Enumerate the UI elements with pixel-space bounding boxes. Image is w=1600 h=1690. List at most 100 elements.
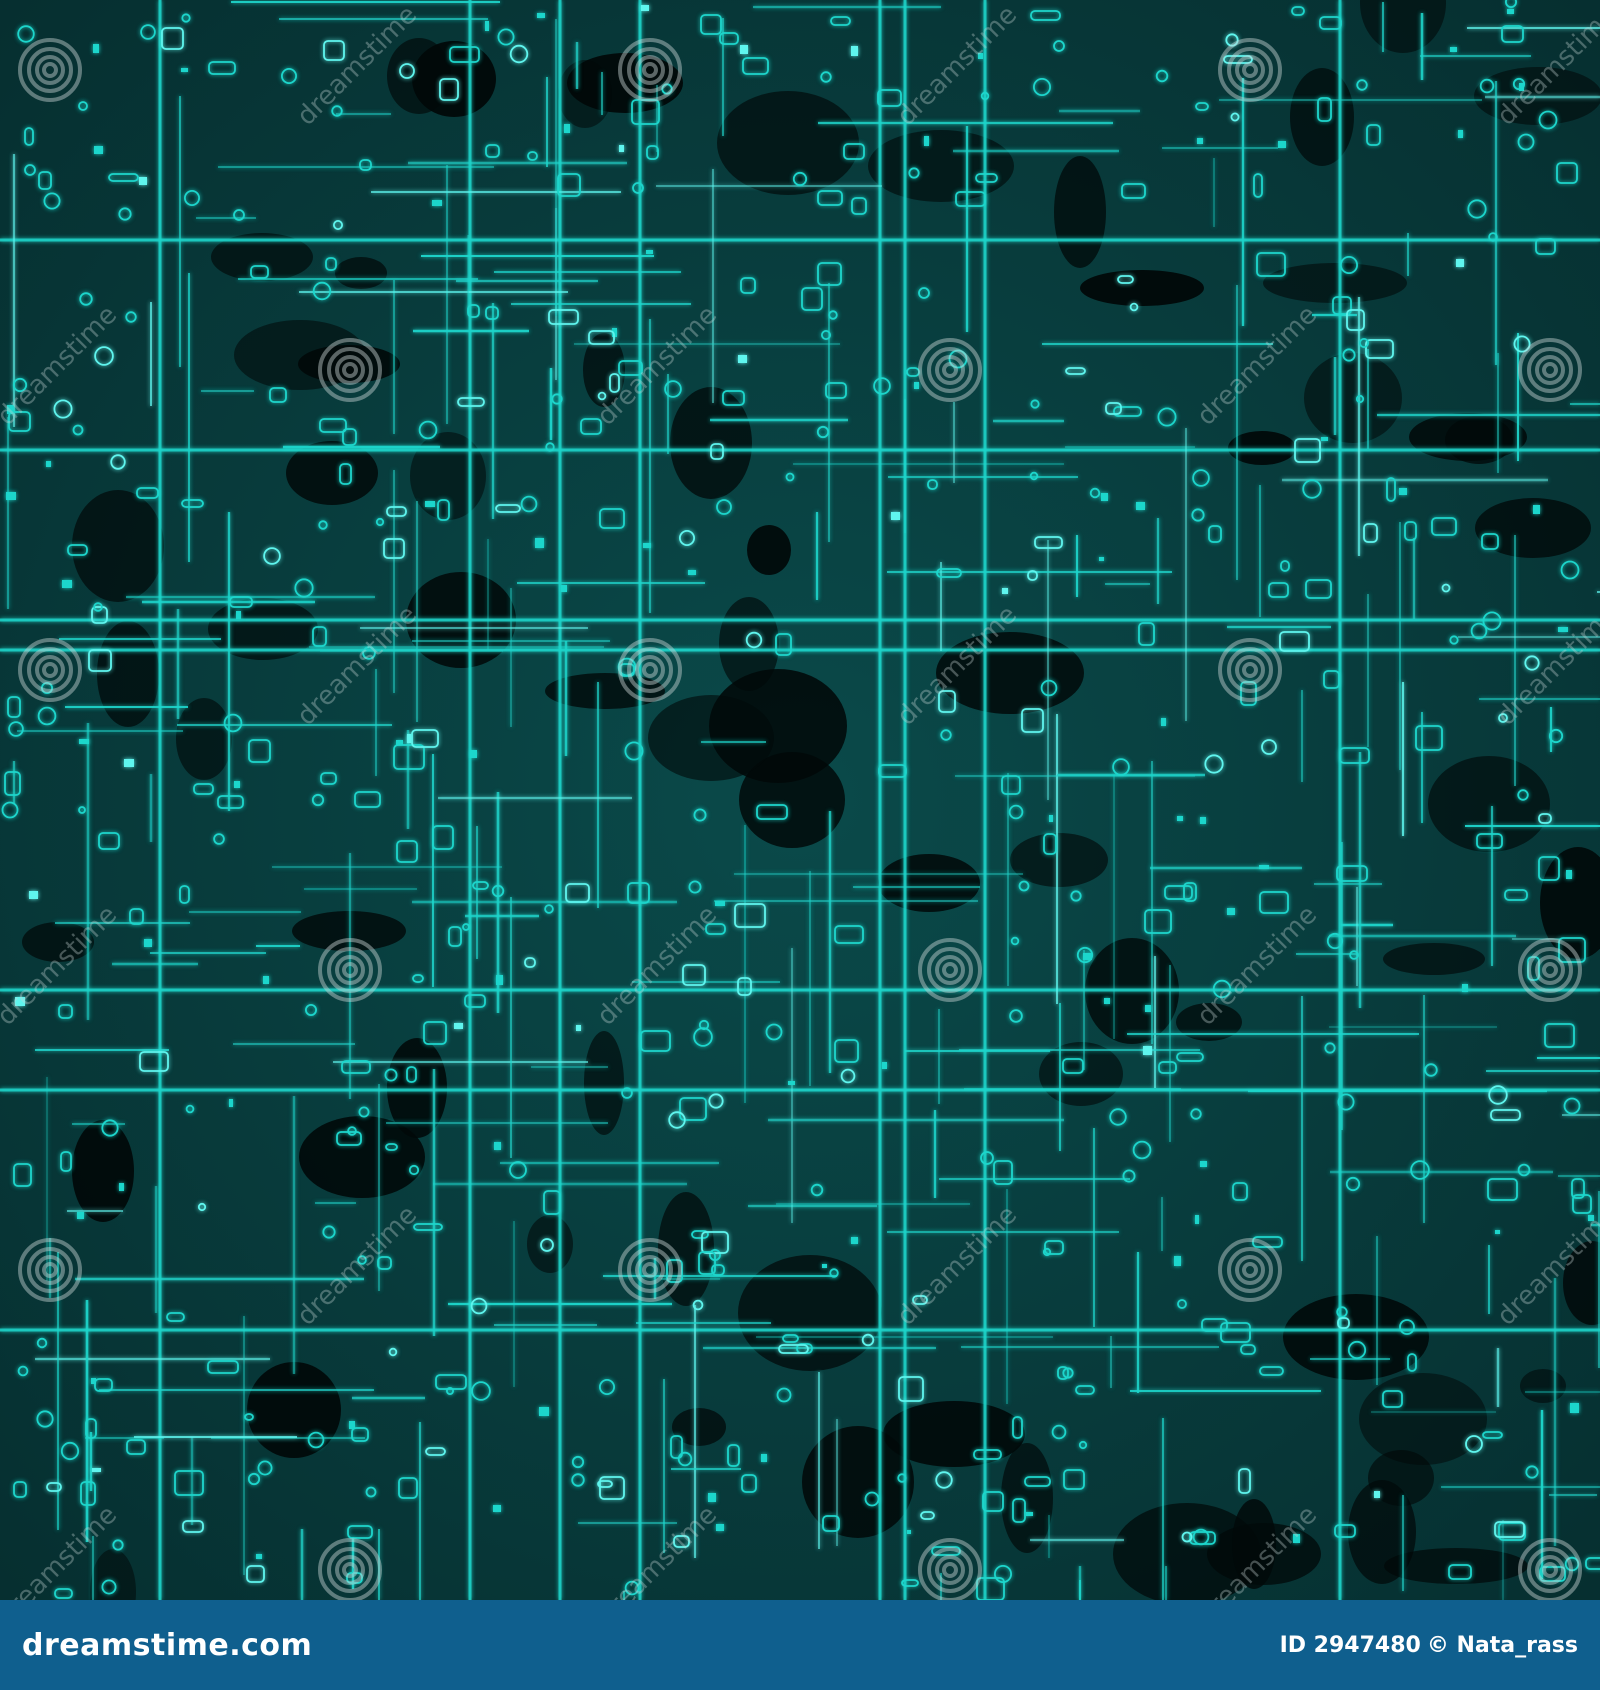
solder-pad — [1104, 998, 1110, 1004]
dark-patch — [1283, 1294, 1429, 1380]
dark-patch — [670, 387, 752, 499]
solder-pad — [788, 1081, 795, 1085]
solder-pad — [576, 1025, 581, 1031]
solder-pad — [1399, 488, 1407, 495]
solder-pad — [1026, 1512, 1033, 1516]
solder-pad — [1197, 138, 1203, 144]
dark-patch — [1228, 431, 1296, 465]
dark-patch — [410, 432, 486, 520]
solder-pad — [1374, 1491, 1380, 1498]
solder-pad — [1136, 502, 1145, 510]
image-canvas: dreamstime dreamstime dreamstime dreamstime… — [0, 0, 1600, 1690]
solder-pad — [740, 45, 748, 54]
solder-pad — [454, 1023, 463, 1029]
solder-pad — [1200, 1161, 1207, 1167]
solder-pad — [407, 734, 411, 743]
dark-patch — [878, 854, 980, 912]
solder-pad — [643, 543, 651, 548]
solder-pad — [46, 461, 51, 467]
solder-pad — [1495, 1230, 1500, 1234]
solder-pad — [1200, 817, 1206, 824]
solder-pad — [93, 44, 99, 53]
solder-pad — [470, 750, 477, 758]
solder-pad — [1099, 557, 1104, 561]
solder-pad — [708, 1493, 716, 1502]
solder-pad — [1259, 865, 1269, 869]
solder-pad — [1450, 47, 1457, 52]
dark-patch — [717, 91, 859, 195]
solder-pad — [91, 1378, 96, 1384]
solder-pad — [77, 1212, 84, 1219]
dark-patch — [1359, 1373, 1487, 1465]
solder-pad — [1049, 815, 1053, 822]
dark-patch — [738, 1255, 882, 1371]
dark-patch — [1290, 68, 1354, 166]
solder-pad — [496, 975, 503, 985]
dark-patch — [247, 1362, 341, 1458]
solder-pad — [144, 939, 152, 947]
dark-patch — [176, 698, 232, 780]
solder-pad — [1101, 493, 1108, 501]
image-id: ID 2947480 — [1279, 1632, 1421, 1658]
solder-pad — [1002, 588, 1008, 594]
solder-pad — [234, 781, 240, 788]
solder-pad — [891, 512, 900, 520]
dark-patch — [234, 320, 366, 390]
solder-pad — [738, 355, 747, 363]
solder-pad — [619, 145, 624, 152]
solder-pad — [432, 200, 442, 206]
dark-patch — [1039, 1042, 1123, 1106]
dark-patch — [1001, 1443, 1053, 1553]
dark-patch — [72, 1120, 134, 1222]
dark-patch — [1054, 156, 1106, 268]
dark-patch — [558, 60, 612, 128]
dark-patch — [1409, 413, 1527, 461]
solder-pad — [822, 1264, 827, 1268]
solder-pad — [561, 585, 567, 592]
solder-pad — [1321, 437, 1328, 441]
solder-pad — [425, 501, 435, 507]
dark-patch — [335, 257, 387, 289]
solder-pad — [493, 1505, 501, 1512]
dark-patch — [387, 38, 451, 114]
solder-pad — [715, 901, 725, 906]
image-credit: ID 2947480 © Nata_rass — [1274, 1633, 1578, 1658]
solder-pad — [1161, 718, 1166, 726]
solder-pad — [882, 1062, 887, 1069]
solder-pad — [139, 177, 147, 185]
dark-patch — [1080, 270, 1204, 306]
solder-pad — [537, 13, 545, 18]
solder-pad — [641, 5, 649, 11]
solder-pad — [396, 740, 403, 745]
solder-pad — [688, 570, 696, 575]
solder-pad — [1278, 141, 1286, 148]
solder-pad — [1145, 1005, 1151, 1012]
solder-pad — [646, 250, 653, 254]
solder-pad — [6, 492, 16, 500]
solder-pad — [1177, 816, 1183, 821]
solder-pad — [1195, 1215, 1199, 1224]
dark-patch — [672, 1408, 726, 1446]
dark-patch — [584, 1031, 624, 1135]
solder-pad — [1558, 627, 1568, 632]
solder-pad — [539, 1407, 549, 1416]
solder-pad — [914, 382, 919, 389]
solder-pad — [119, 1183, 124, 1191]
solder-pad — [229, 1099, 233, 1107]
dark-patch — [658, 1192, 714, 1306]
solder-pad — [1227, 908, 1235, 915]
solder-pad — [564, 124, 570, 133]
solder-pad — [256, 1554, 262, 1559]
solder-pad — [1566, 870, 1572, 879]
solder-pad — [62, 580, 72, 588]
dark-patch — [648, 695, 774, 781]
dark-patch — [527, 1215, 573, 1273]
solder-pad — [485, 21, 489, 31]
solder-pad — [1456, 259, 1464, 267]
dark-patch — [1010, 833, 1108, 887]
solder-pad — [535, 538, 544, 548]
author-copyright: © Nata_rass — [1426, 1632, 1578, 1658]
solder-pad — [761, 1454, 767, 1462]
solder-pad — [1458, 130, 1463, 138]
solder-pad — [263, 976, 269, 984]
